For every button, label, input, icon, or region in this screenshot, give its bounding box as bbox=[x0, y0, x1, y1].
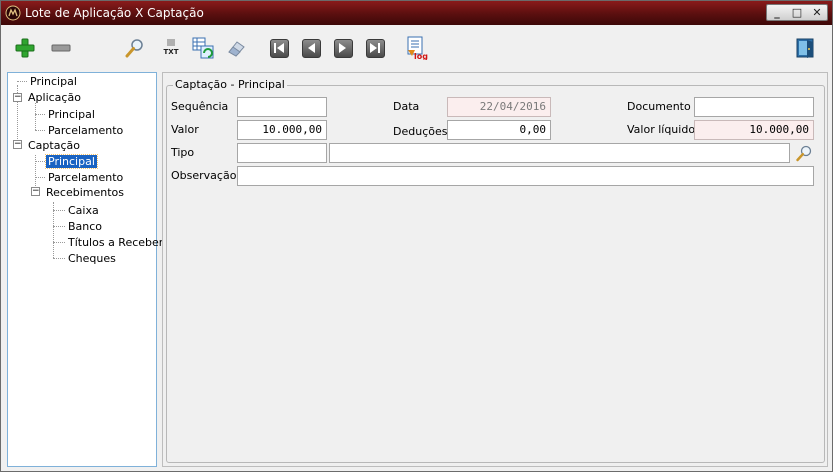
tree-item-banco[interactable]: Banco bbox=[66, 219, 104, 234]
tree-line bbox=[17, 81, 27, 82]
window-controls: _ □ ✕ bbox=[766, 4, 828, 21]
valor-field[interactable]: 10.000,00 bbox=[237, 120, 327, 140]
tree-line bbox=[53, 242, 65, 243]
observacao-label: Observação bbox=[171, 169, 237, 182]
log-label: log bbox=[414, 52, 428, 60]
tree-item-label: Recebimentos bbox=[46, 186, 124, 199]
add-icon bbox=[15, 38, 35, 58]
tree-item-cheques[interactable]: Cheques bbox=[66, 251, 118, 266]
tree-item-captacao-parcelamento[interactable]: Parcelamento bbox=[46, 170, 125, 185]
toolbar: TXT log bbox=[1, 26, 832, 70]
valor-label: Valor bbox=[171, 123, 199, 136]
remove-button[interactable] bbox=[49, 36, 73, 60]
txt-export-button[interactable]: TXT bbox=[159, 36, 183, 60]
expand-aplicacao-toggle[interactable]: − bbox=[13, 93, 22, 102]
app-window: Lote de Aplicação X Captação _ □ ✕ TXT l… bbox=[0, 0, 833, 472]
tree-item-label: Principal bbox=[30, 75, 77, 88]
tree-item-captacao-principal[interactable]: Principal bbox=[45, 154, 98, 169]
minimize-button[interactable]: _ bbox=[769, 6, 785, 20]
tree-item-label: Cheques bbox=[68, 252, 116, 265]
close-button[interactable]: ✕ bbox=[809, 6, 825, 20]
previous-record-icon bbox=[301, 38, 321, 58]
tree-item-label: Títulos a Receber bbox=[68, 236, 164, 249]
tree-item-label: Captação bbox=[28, 139, 80, 152]
documento-field[interactable] bbox=[694, 97, 814, 117]
first-record-icon bbox=[269, 38, 289, 58]
sequencia-field[interactable] bbox=[237, 97, 327, 117]
tree-item-principal[interactable]: Principal bbox=[28, 74, 79, 89]
next-record-icon bbox=[333, 38, 353, 58]
window-title: Lote de Aplicação X Captação bbox=[25, 6, 204, 20]
documento-label: Documento bbox=[627, 100, 691, 113]
tree-item-label: Principal bbox=[45, 154, 98, 169]
tipo-label: Tipo bbox=[171, 146, 195, 159]
deducoes-label: Deduções bbox=[393, 125, 448, 138]
navigation-tree: − − − Principal Aplicação Principal Parc… bbox=[7, 72, 163, 467]
tree-item-aplicacao-parcelamento[interactable]: Parcelamento bbox=[46, 123, 125, 138]
eraser-icon bbox=[228, 41, 245, 57]
tree-line bbox=[35, 177, 45, 178]
tree-line bbox=[53, 210, 65, 211]
form-group: Captação - Principal Sequência Data 22/0… bbox=[166, 78, 825, 463]
previous-record-button[interactable] bbox=[299, 36, 323, 60]
next-record-button[interactable] bbox=[331, 36, 355, 60]
data-label: Data bbox=[393, 100, 420, 113]
observacao-field[interactable] bbox=[237, 166, 814, 186]
title-bar[interactable]: Lote de Aplicação X Captação _ □ ✕ bbox=[1, 1, 832, 25]
txt-export-icon: TXT bbox=[164, 39, 179, 56]
valor-liquido-label: Valor líquido bbox=[627, 123, 696, 136]
tree-item-captacao[interactable]: Captação bbox=[26, 138, 82, 153]
expand-captacao-toggle[interactable]: − bbox=[13, 140, 22, 149]
tree-item-titulos-a-receber[interactable]: Títulos a Receber bbox=[66, 235, 165, 250]
add-button[interactable] bbox=[13, 36, 37, 60]
tree-line bbox=[35, 130, 45, 131]
search-button[interactable] bbox=[123, 36, 147, 60]
tree-item-label: Principal bbox=[48, 108, 95, 121]
refresh-grid-button[interactable] bbox=[191, 36, 215, 60]
tree-item-aplicacao-principal[interactable]: Principal bbox=[46, 107, 97, 122]
deducoes-field[interactable]: 0,00 bbox=[447, 120, 551, 140]
log-button[interactable]: log bbox=[405, 36, 429, 60]
tree-item-caixa[interactable]: Caixa bbox=[66, 203, 101, 218]
exit-door-icon bbox=[796, 38, 814, 58]
group-title: Captação - Principal bbox=[173, 78, 287, 91]
tree-item-label: Aplicação bbox=[28, 91, 81, 104]
expand-recebimentos-toggle[interactable]: − bbox=[31, 187, 40, 196]
tree-line bbox=[35, 161, 45, 162]
data-field[interactable]: 22/04/2016 bbox=[447, 97, 551, 117]
tipo-search-icon[interactable] bbox=[795, 144, 813, 162]
exit-button[interactable] bbox=[793, 36, 817, 60]
app-logo-icon bbox=[5, 5, 21, 21]
tree-item-label: Caixa bbox=[68, 204, 99, 217]
search-icon bbox=[125, 39, 143, 58]
tree-line bbox=[35, 103, 36, 130]
tree-line bbox=[35, 114, 45, 115]
tree-item-label: Parcelamento bbox=[48, 124, 124, 137]
tree-item-aplicacao[interactable]: Aplicação bbox=[26, 90, 83, 105]
tree-item-label: Parcelamento bbox=[48, 171, 124, 184]
tree-item-label: Banco bbox=[68, 220, 103, 233]
tree-line bbox=[53, 258, 65, 259]
tipo-code-field[interactable] bbox=[237, 143, 327, 163]
tree-item-recebimentos[interactable]: Recebimentos bbox=[44, 185, 126, 200]
eraser-button[interactable] bbox=[225, 36, 249, 60]
refresh-grid-icon bbox=[192, 37, 214, 59]
last-record-icon bbox=[365, 38, 385, 58]
last-record-button[interactable] bbox=[363, 36, 387, 60]
valor-liquido-field[interactable]: 10.000,00 bbox=[694, 120, 814, 140]
first-record-button[interactable] bbox=[267, 36, 291, 60]
txt-label: TXT bbox=[164, 48, 179, 56]
tree-line bbox=[53, 226, 65, 227]
restore-button[interactable]: □ bbox=[789, 6, 805, 20]
sequencia-label: Sequência bbox=[171, 100, 229, 113]
log-icon: log bbox=[407, 36, 428, 60]
main-panel: Captação - Principal Sequência Data 22/0… bbox=[162, 72, 828, 467]
remove-icon bbox=[51, 44, 71, 52]
tipo-description-field[interactable] bbox=[329, 143, 790, 163]
